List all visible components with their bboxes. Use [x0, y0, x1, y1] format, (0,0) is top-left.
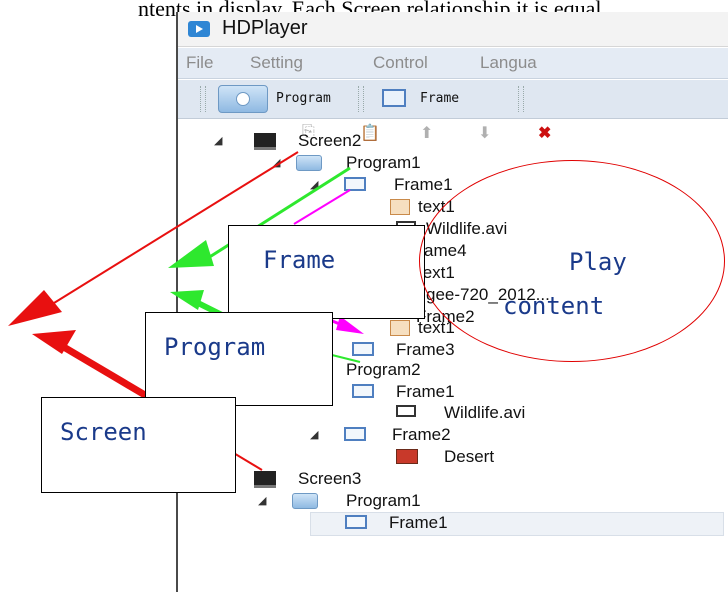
play-label-line1: Play: [569, 248, 627, 276]
program-callout-label: Program: [164, 333, 266, 361]
screen-arrowhead: [8, 290, 62, 326]
program-arrowhead: [168, 240, 214, 268]
screen-pointer-line: [60, 342, 152, 402]
frame-callout-label: Frame: [263, 246, 336, 274]
screen-callout: Screen: [41, 397, 236, 493]
frame-pointer-line: [293, 189, 351, 225]
play-label-line2: content: [503, 292, 605, 320]
frame-callout: Frame: [228, 225, 425, 319]
program-arrowhead: [170, 290, 204, 310]
program-callout: Program: [145, 312, 333, 406]
screen-pointer-line: [231, 451, 263, 471]
screen-callout-label: Screen: [60, 418, 147, 446]
